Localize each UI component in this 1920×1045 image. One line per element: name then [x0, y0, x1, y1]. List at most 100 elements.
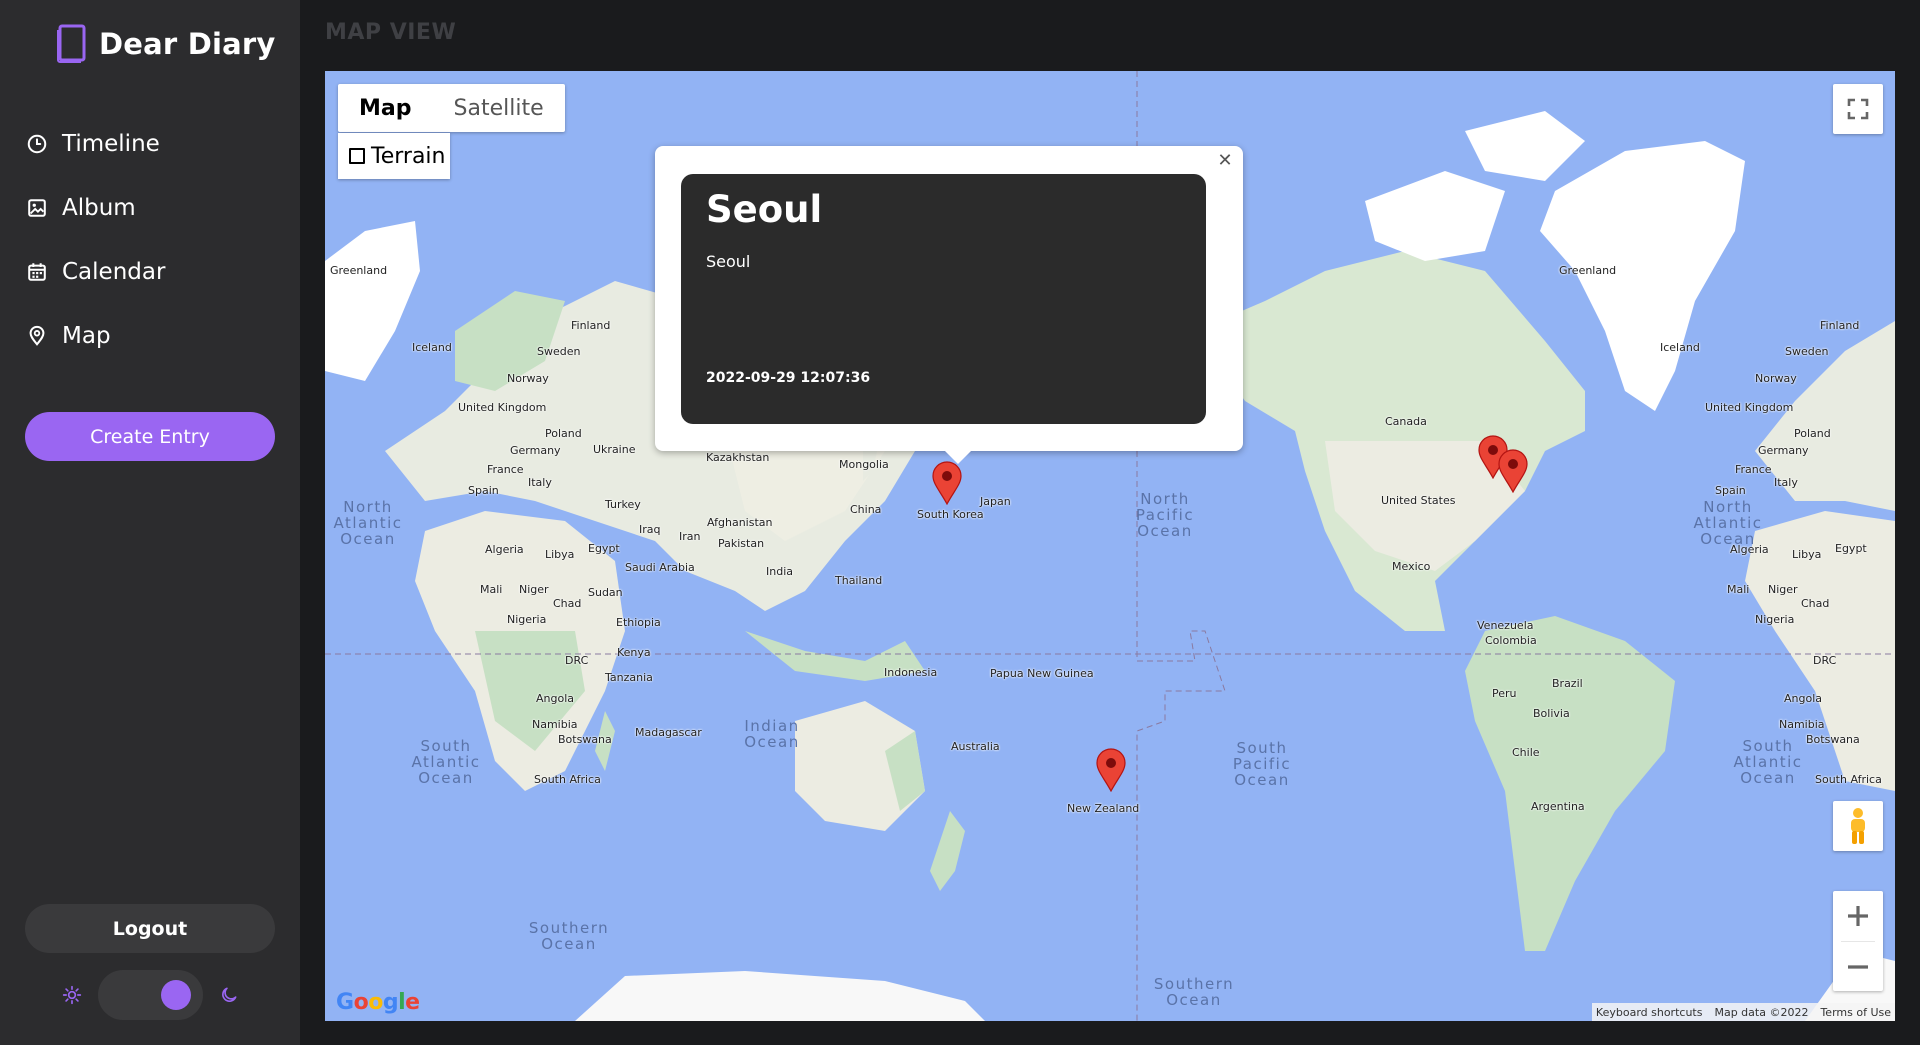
country-label: Indonesia — [884, 666, 938, 679]
country-label: Algeria — [485, 543, 524, 556]
entry-card[interactable]: Seoul Seoul 2022-09-29 12:07:36 — [681, 174, 1206, 424]
country-label: Mexico — [1392, 560, 1431, 573]
calendar-icon — [28, 263, 46, 281]
sidebar-item-album[interactable]: Album — [26, 190, 165, 226]
country-label: Spain — [468, 484, 499, 497]
theme-toggle[interactable] — [98, 970, 203, 1020]
ocean-label: North Atlantic Ocean — [333, 498, 403, 548]
map-type-map-button[interactable]: Map — [338, 84, 433, 132]
ocean-label: North Atlantic Ocean — [1693, 498, 1763, 548]
ocean-label: Indian Ocean — [744, 717, 800, 751]
country-label: Pakistan — [718, 537, 765, 550]
map-marker-icon — [1096, 748, 1126, 792]
country-label: Poland — [545, 427, 582, 440]
google-logo[interactable]: Google — [336, 990, 420, 1015]
entry-date: 2022-09-29 12:07:36 — [706, 370, 871, 386]
map-type-satellite-button[interactable]: Satellite — [433, 84, 565, 132]
country-label: Sudan — [588, 586, 623, 599]
terrain-label: Terrain — [371, 143, 446, 169]
sidebar-item-label: Calendar — [62, 259, 166, 285]
map-type-control: Map Satellite — [338, 84, 565, 132]
street-view-button[interactable] — [1833, 801, 1883, 851]
country-label: France — [1735, 463, 1772, 476]
country-label: Brazil — [1552, 677, 1583, 690]
sidebar-item-label: Album — [62, 195, 136, 221]
sidebar-item-map[interactable]: Map — [26, 318, 165, 354]
country-label: Kazakhstan — [706, 451, 770, 464]
app-title: Dear Diary — [99, 27, 276, 61]
country-label: Botswana — [558, 733, 612, 746]
country-label: Sweden — [1785, 345, 1829, 358]
checkbox-icon — [349, 148, 365, 164]
country-label: Tanzania — [605, 671, 653, 684]
country-label: Egypt — [588, 542, 620, 555]
zoom-in-icon — [1848, 906, 1868, 926]
toggle-knob — [161, 980, 191, 1010]
country-label: Iraq — [639, 523, 661, 536]
diary-icon — [57, 24, 86, 63]
country-label: Botswana — [1806, 733, 1860, 746]
logout-button[interactable]: Logout — [25, 904, 275, 953]
fullscreen-button[interactable] — [1833, 84, 1883, 134]
country-label: Greenland — [1559, 264, 1617, 277]
country-label: Norway — [1755, 372, 1797, 385]
country-label: Italy — [1774, 476, 1798, 489]
country-label: Iran — [679, 530, 701, 543]
brand[interactable]: Dear Diary — [55, 24, 276, 64]
country-label: Greenland — [330, 264, 388, 277]
sidebar-item-calendar[interactable]: Calendar — [26, 254, 165, 290]
info-window-tail — [944, 450, 972, 464]
country-label: New Zealand — [1067, 802, 1140, 815]
zoom-out-button[interactable] — [1833, 942, 1883, 992]
country-label: Mali — [1727, 583, 1750, 596]
country-label: DRC — [565, 654, 589, 667]
country-label: Spain — [1715, 484, 1746, 497]
ocean-label: Southern Ocean — [528, 919, 610, 953]
country-label: France — [487, 463, 524, 476]
ocean-label: South Pacific Ocean — [1232, 739, 1292, 789]
map-marker-icon — [1498, 449, 1528, 493]
map-attribution: Keyboard shortcuts Map data ©2022 Terms … — [1591, 1003, 1895, 1021]
country-label: United States — [1381, 494, 1456, 507]
sidebar-item-timeline[interactable]: Timeline — [26, 126, 165, 162]
image-icon — [28, 199, 46, 217]
ocean-label: South Atlantic Ocean — [411, 737, 481, 787]
map-marker-usa-2[interactable] — [1497, 449, 1529, 493]
country-label: South Korea — [917, 508, 984, 521]
country-label: Iceland — [412, 341, 452, 354]
country-label: Germany — [510, 444, 561, 457]
keyboard-shortcuts-link[interactable]: Keyboard shortcuts — [1596, 1006, 1703, 1019]
close-icon[interactable]: ✕ — [1213, 148, 1237, 172]
pegman-icon — [1851, 808, 1865, 844]
theme-switcher — [62, 970, 239, 1020]
terrain-checkbox[interactable]: Terrain — [338, 133, 450, 179]
country-label: Afghanistan — [707, 516, 773, 529]
country-label: South Africa — [1815, 773, 1882, 786]
terms-of-use-link[interactable]: Terms of Use — [1820, 1006, 1891, 1019]
country-label: Angola — [1784, 692, 1823, 705]
map-marker-new-zealand[interactable] — [1095, 748, 1127, 792]
sun-icon — [62, 985, 82, 1005]
create-entry-button[interactable]: Create Entry — [25, 412, 275, 461]
zoom-out-icon — [1848, 965, 1868, 969]
country-label: Finland — [1820, 319, 1860, 332]
country-label: Germany — [1758, 444, 1809, 457]
map-marker-seoul[interactable] — [931, 461, 963, 505]
clock-icon — [27, 134, 47, 154]
country-label: Finland — [571, 319, 611, 332]
country-label: Egypt — [1835, 542, 1867, 555]
map-canvas[interactable]: Greenland Iceland Finland Sweden Norway … — [325, 71, 1895, 1021]
country-label: Norway — [507, 372, 549, 385]
country-label: Madagascar — [635, 726, 702, 739]
sidebar-nav: Timeline Album Calendar Map — [26, 126, 165, 382]
sidebar: Dear Diary Timeline Album Calendar Map C… — [0, 0, 300, 1045]
country-label: Namibia — [1779, 718, 1825, 731]
entry-body: Seoul — [706, 252, 751, 271]
country-label: Sweden — [537, 345, 581, 358]
country-label: Mongolia — [839, 458, 889, 471]
country-label: Italy — [528, 476, 552, 489]
zoom-in-button[interactable] — [1833, 891, 1883, 941]
country-label: United Kingdom — [458, 401, 547, 414]
country-label: Bolivia — [1533, 707, 1570, 720]
map-info-window: ✕ Seoul Seoul 2022-09-29 12:07:36 — [655, 146, 1243, 464]
